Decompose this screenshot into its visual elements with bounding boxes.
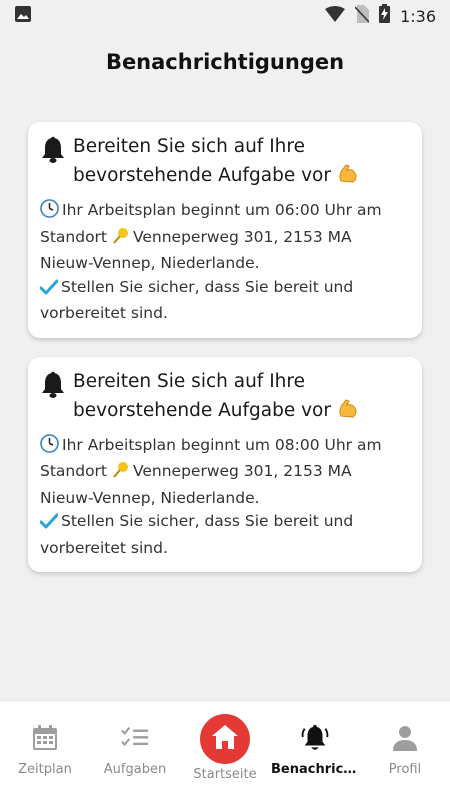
notification-title: Bereiten Sie sich auf Ihre bevorstehende… <box>73 367 410 428</box>
nav-label: Zeitplan <box>18 762 72 777</box>
flexed-biceps-icon <box>337 397 359 428</box>
pushpin-icon <box>112 227 130 253</box>
bell-icon <box>40 136 66 164</box>
notification-list: Bereiten Sie sich auf Ihre bevorstehende… <box>28 122 422 591</box>
nav-item-zeitplan[interactable]: Zeitplan <box>0 723 90 777</box>
home-button[interactable] <box>200 714 250 764</box>
nav-label: Profil <box>388 762 422 777</box>
nav-item-benachrichtigungen[interactable]: Benachrichtigungen <box>270 723 360 777</box>
bottom-navigation: Zeitplan Aufgaben Startseite Benachricht… <box>0 700 450 800</box>
calendar-icon <box>30 723 60 753</box>
checklist-icon <box>120 723 150 753</box>
notification-card[interactable]: Bereiten Sie sich auf Ihre bevorstehende… <box>28 122 422 338</box>
nav-item-startseite[interactable]: Startseite <box>180 714 270 782</box>
status-time: 1:36 <box>400 6 436 26</box>
flexed-biceps-icon <box>337 162 359 193</box>
battery-charging-icon <box>379 4 391 28</box>
image-icon <box>14 5 32 28</box>
clock-icon <box>40 199 59 226</box>
nav-label: Startseite <box>193 767 257 782</box>
pushpin-icon <box>112 461 130 487</box>
ready-text: Stellen Sie sicher, dass Sie bereit und … <box>40 512 354 557</box>
ready-text: Stellen Sie sicher, dass Sie bereit und … <box>40 277 354 323</box>
nav-item-profil[interactable]: Profil <box>360 723 450 777</box>
check-mark-icon <box>39 513 59 537</box>
notification-body: Ihr Arbeitsplan beginnt um 08:00 Uhr am … <box>39 433 410 561</box>
nav-label: Benachrichtigungen <box>271 762 359 777</box>
check-mark-icon <box>39 279 59 303</box>
wifi-icon <box>325 5 346 27</box>
nav-item-aufgaben[interactable]: Aufgaben <box>90 723 180 777</box>
page-title: Benachrichtigungen <box>105 50 345 74</box>
clock-icon <box>40 433 59 461</box>
notification-title: Bereiten Sie sich auf Ihre bevorstehende… <box>73 132 410 193</box>
notification-card[interactable]: Bereiten Sie sich auf Ihre bevorstehende… <box>28 356 422 572</box>
notification-body: Ihr Arbeitsplan beginnt um 06:00 Uhr am … <box>39 199 410 326</box>
person-icon <box>390 723 420 753</box>
status-bar: 1:36 <box>0 0 450 32</box>
nav-label: Aufgaben <box>103 762 167 777</box>
bell-alert-icon <box>300 723 330 753</box>
no-sim-icon <box>354 4 370 28</box>
bell-icon <box>40 371 66 399</box>
home-icon <box>211 724 239 755</box>
